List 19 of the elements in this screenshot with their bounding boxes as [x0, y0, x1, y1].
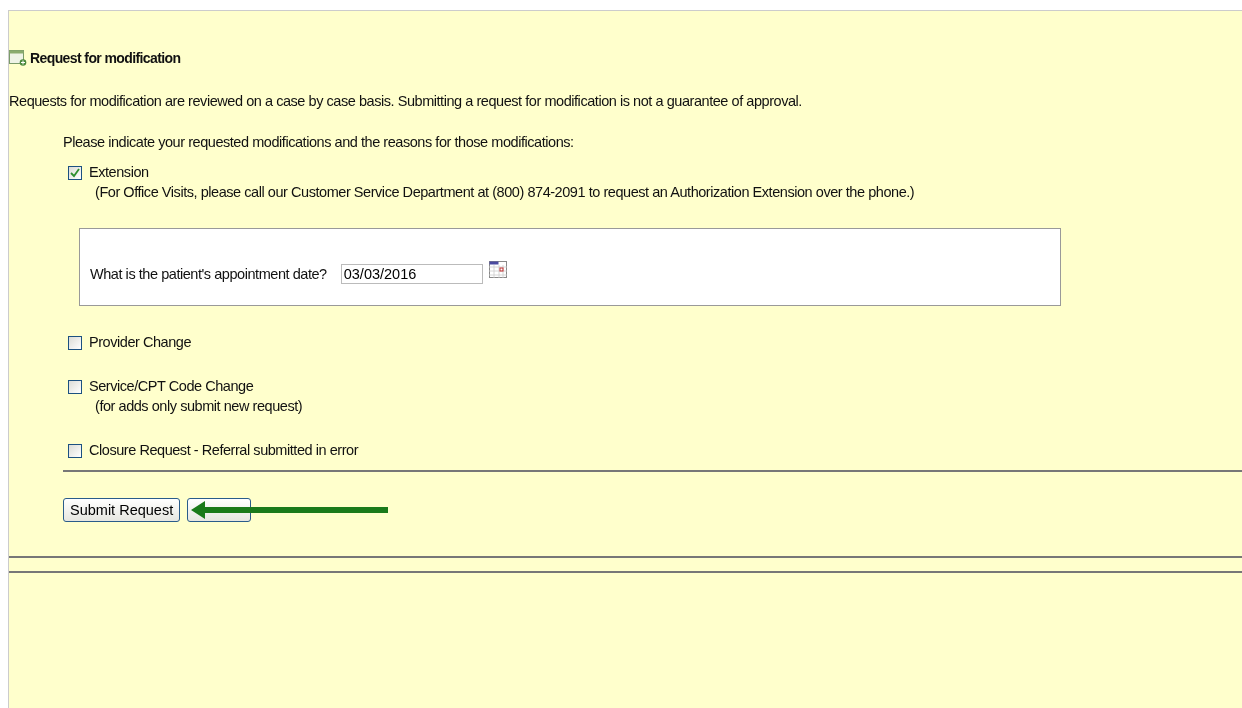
checkbox-label: Service/CPT Code Change — [89, 378, 255, 394]
intro-text: Requests for modification are reviewed on a case by case basis. Submitting a request for modification is not a guarantee of approval. — [9, 93, 803, 109]
calendar-icon[interactable] — [488, 260, 507, 278]
option-note: (For Office Visits, please call our Customer Service Department at (800) 874-2091 to request an Authorization Extension over the phone.) — [94, 184, 915, 200]
checkbox[interactable] — [68, 166, 82, 180]
checkmark-icon — [70, 168, 80, 178]
checkbox-label: Extension — [89, 164, 150, 180]
form-add-icon — [9, 50, 27, 66]
section-title: Request for modification — [30, 50, 181, 66]
question-label: What is the patient's appointment date? — [90, 266, 327, 282]
checkbox-label: Provider Change — [89, 334, 192, 350]
checkbox[interactable] — [68, 444, 82, 458]
instruction-text: Please indicate your requested modifications and the reasons for those modifications: — [63, 134, 575, 150]
submit-button[interactable]: Submit Request — [63, 498, 181, 522]
option-note: (for adds only submit new request) — [94, 398, 303, 414]
checkbox[interactable] — [68, 336, 82, 350]
date-field[interactable]: 03/03/2016 — [340, 264, 483, 284]
checkbox[interactable] — [68, 380, 82, 394]
checkbox-label: Closure Request - Referral submitted in error — [89, 442, 359, 458]
